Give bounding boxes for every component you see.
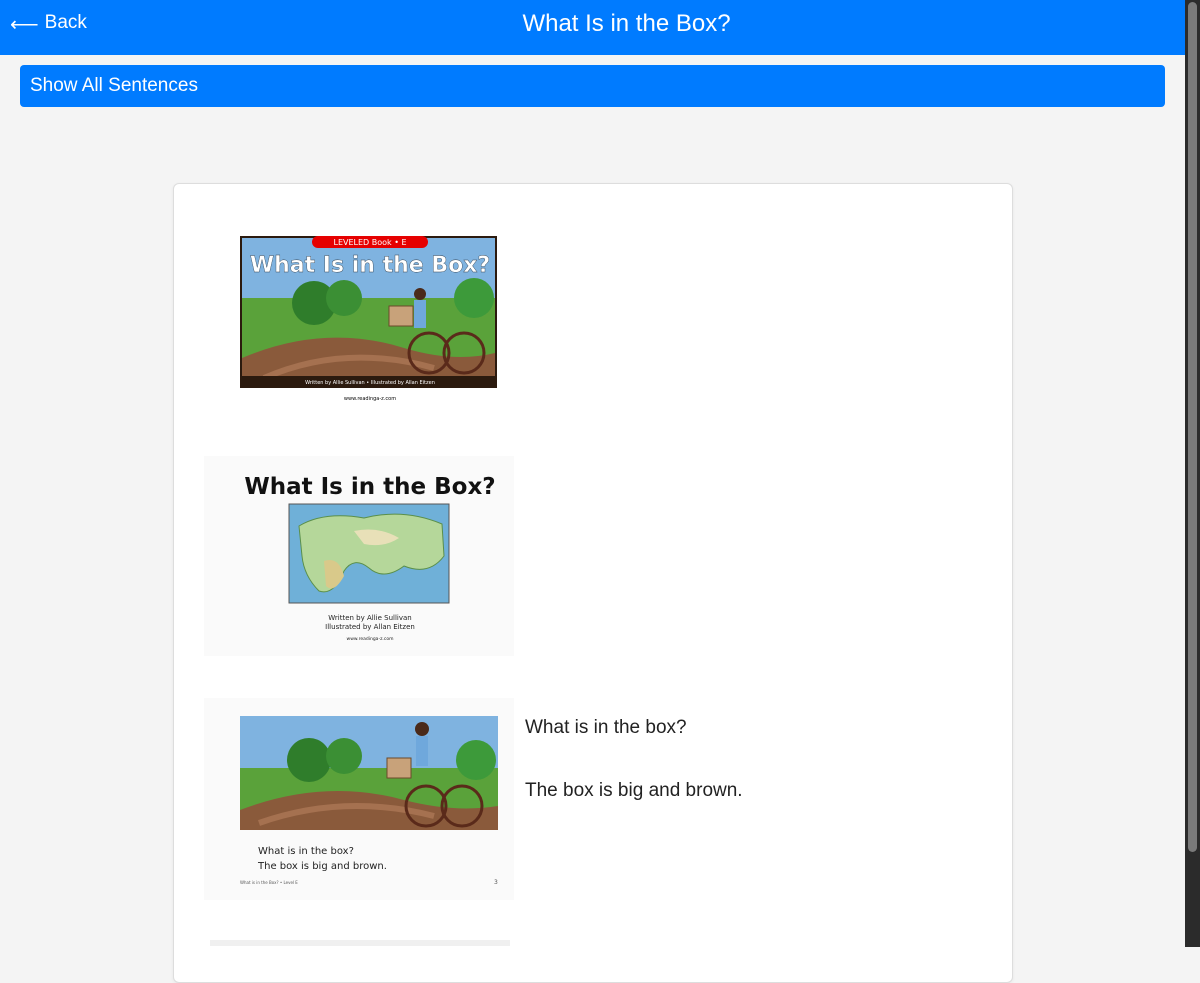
title-page-image[interactable]: What Is in the Box? Written by Allie Sul… <box>204 456 514 656</box>
cover-url: www.readinga-z.com <box>344 396 396 402</box>
story-footer: What is in the Box? • Level E <box>240 880 298 885</box>
cover-credits: Written by Allie Sullivan • Illustrated … <box>305 380 435 386</box>
scrollbar-thumb[interactable] <box>1188 2 1197 852</box>
show-all-sentences-button[interactable]: Show All Sentences <box>20 65 1165 107</box>
sentence-item[interactable]: What is in the box? <box>525 717 687 739</box>
cover-title: What Is in the Box? <box>250 253 490 278</box>
vertical-scrollbar[interactable] <box>1185 0 1200 947</box>
title-page-url: www.readinga-z.com <box>347 636 394 642</box>
cover-banner-text: LEVELED Book • E <box>333 238 406 247</box>
title-page-heading: What Is in the Box? <box>244 474 495 500</box>
book-card: LEVELED Book • E What Is in the Box? Wri… <box>173 183 1013 983</box>
header-bar: ⟵ Back What Is in the Box? <box>0 0 1185 55</box>
cover-page-image[interactable]: LEVELED Book • E What Is in the Box? Wri… <box>204 228 514 408</box>
sentence-item[interactable]: The box is big and brown. <box>525 780 743 802</box>
story-page-number: 3 <box>494 879 498 886</box>
page-title: What Is in the Box? <box>522 10 731 37</box>
title-page-illustrator: Illustrated by Allan Eitzen <box>325 623 415 631</box>
title-page-author: Written by Allie Sullivan <box>328 614 411 622</box>
story-caption-2: The box is big and brown. <box>257 861 387 872</box>
next-page-image-edge <box>210 940 510 946</box>
story-page-image[interactable]: What is in the box? The box is big and b… <box>204 698 514 900</box>
story-caption-1: What is in the box? <box>258 846 354 857</box>
